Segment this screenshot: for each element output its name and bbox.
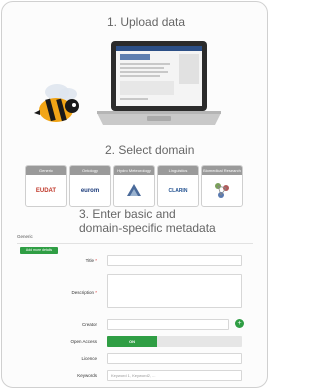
open-access-toggle[interactable]: ON [107, 336, 242, 347]
section-label: Generic [17, 234, 33, 239]
title-label-text: Title [85, 258, 94, 263]
eurom-logo: eurom [80, 188, 100, 194]
domain-card-ontology[interactable]: Ontology eurom [69, 165, 111, 207]
illustration-card: 1. Upload data 2. Select domain Generic … [1, 1, 268, 388]
title-field[interactable] [107, 255, 242, 266]
keywords-field[interactable]: Keyword 1, Keyword2, ... [107, 370, 242, 381]
domain-header: Hydro Meteorology [114, 166, 154, 175]
add-creator-icon[interactable]: + [235, 319, 244, 328]
step-select-heading: 2. Select domain [105, 143, 195, 157]
licence-label: Licence [81, 356, 97, 361]
description-label: Description * [17, 290, 97, 295]
biomedical-logo-icon [215, 183, 229, 198]
licence-field[interactable] [107, 353, 242, 364]
eudat-logo: EUDAT [35, 188, 57, 194]
domain-header: Linguistics [158, 166, 198, 175]
domain-card-generic[interactable]: Generic EUDAT [25, 165, 67, 207]
description-field[interactable] [107, 274, 242, 308]
domain-card-linguistics[interactable]: Linguistics CLARIN [157, 165, 199, 207]
required-marker: * [95, 290, 97, 295]
title-label: Title * [17, 258, 97, 263]
toggle-on-state: ON [107, 336, 157, 347]
domain-header: Generic [26, 166, 66, 175]
description-label-text: Description [71, 290, 94, 295]
clarin-logo: CLARIN [168, 188, 188, 194]
laptop-illustration [97, 41, 221, 125]
domain-header: Ontology [70, 166, 110, 175]
required-marker: * [95, 258, 97, 263]
divider [17, 243, 253, 244]
step-enter-heading-line1: 3. Enter basic and [79, 207, 176, 221]
bee-mascot-icon [34, 84, 79, 122]
domain-header: Biomedical Research [202, 166, 242, 175]
open-access-label: Open Access [70, 339, 97, 344]
domain-card-biomedical[interactable]: Biomedical Research [201, 165, 243, 207]
add-more-details-button[interactable]: Add more details [20, 247, 58, 254]
domain-selector: Generic EUDAT Ontology eurom Hydro Meteo… [25, 165, 245, 207]
creator-field[interactable] [107, 319, 229, 330]
step-enter-heading-line2: domain-specific metadata [79, 221, 216, 235]
hydro-logo-icon [127, 184, 141, 196]
keywords-label: Keywords [77, 373, 97, 378]
step-upload-heading: 1. Upload data [107, 15, 186, 29]
metadata-form: Generic Add more details Title * Descrip… [17, 234, 253, 384]
domain-card-hydro-meteorology[interactable]: Hydro Meteorology [113, 165, 155, 207]
creator-label: Creator [81, 322, 97, 327]
